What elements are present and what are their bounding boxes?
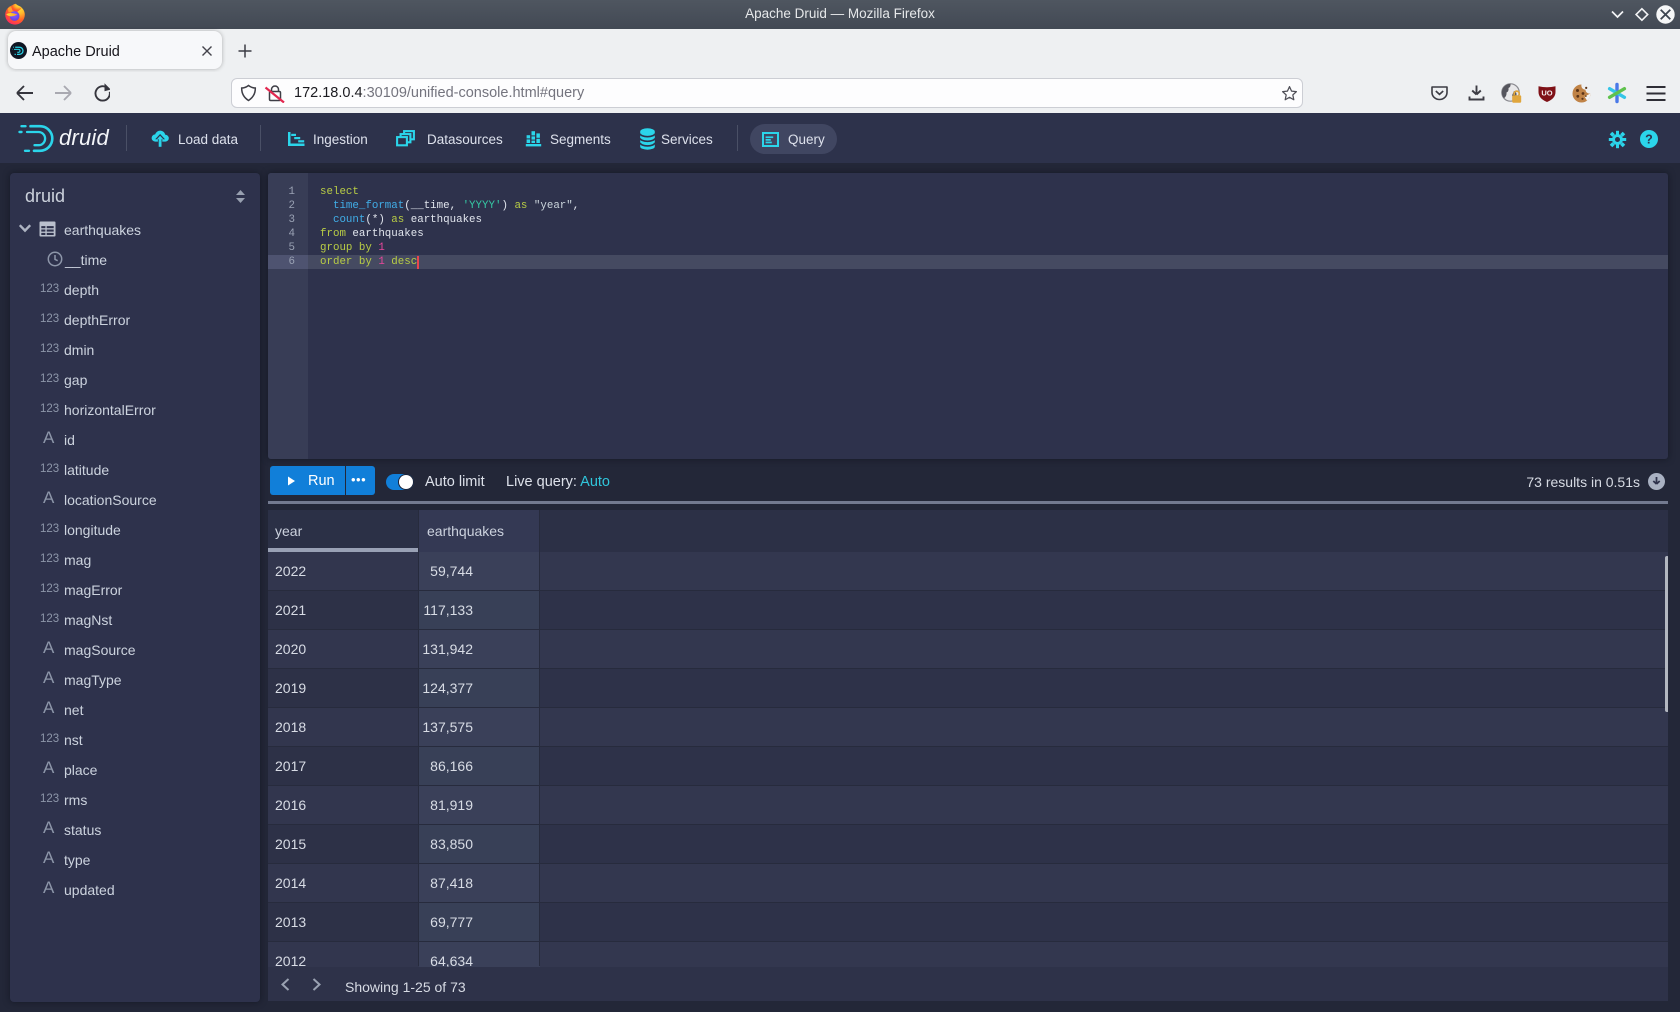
svg-text:UO: UO [1541,89,1552,98]
svg-text:?: ? [1645,132,1653,146]
